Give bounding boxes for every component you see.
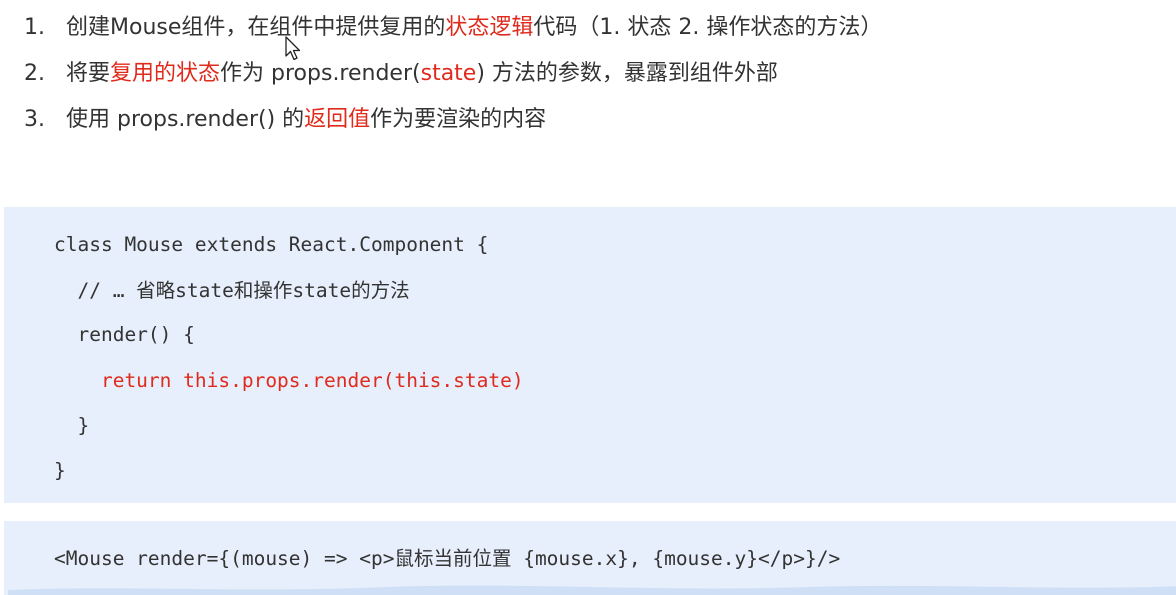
code-line: // … 省略state和操作state的方法: [54, 279, 410, 302]
code-line: render() {: [54, 323, 195, 346]
step-text: 使用 props.render() 的返回值作为要渲染的内容: [66, 107, 546, 132]
code-line: class Mouse extends React.Component {: [54, 233, 489, 256]
code-line: }: [54, 414, 90, 437]
step-item: 3. 使用 props.render() 的返回值作为要渲染的内容: [24, 104, 546, 136]
code-line-highlight: return this.props.render(this.state): [54, 369, 524, 392]
step-highlight: 复用的状态: [110, 61, 221, 86]
step-text-part: 作为 props.render(: [220, 61, 421, 86]
step-text: 将要复用的状态作为 props.render(state) 方法的参数，暴露到组…: [66, 61, 778, 86]
step-item: 1. 创建Mouse组件，在组件中提供复用的状态逻辑代码（1. 状态 2. 操作状…: [24, 12, 882, 44]
step-text-part: ) 方法的参数，暴露到组件外部: [476, 61, 778, 86]
step-number: 2.: [24, 61, 45, 86]
step-highlight: 返回值: [304, 107, 371, 132]
mouse-pointer-icon: [285, 36, 301, 61]
step-highlight: state: [420, 61, 477, 86]
step-text-part: 代码（1. 状态 2. 操作状态的方法）: [533, 15, 883, 40]
code-block-mouse-component: class Mouse extends React.Component { //…: [4, 207, 1176, 503]
step-text-part: 作为要渲染的内容: [370, 107, 547, 132]
step-text-part: 使用 props.render() 的: [66, 107, 305, 132]
step-text-part: 将要: [66, 61, 111, 86]
code-line: }: [54, 459, 66, 482]
step-text: 创建Mouse组件，在组件中提供复用的状态逻辑代码（1. 状态 2. 操作状态的…: [66, 15, 882, 40]
code-line: <Mouse render={(mouse) => <p>鼠标当前位置 {mou…: [54, 547, 841, 570]
code-block-usage: <Mouse render={(mouse) => <p>鼠标当前位置 {mou…: [4, 521, 1176, 595]
step-number: 3.: [24, 107, 45, 132]
step-text-part: 创建Mouse组件，在组件中提供复用的: [66, 15, 446, 40]
step-number: 1.: [24, 15, 45, 40]
step-item: 2. 将要复用的状态作为 props.render(state) 方法的参数，暴露…: [24, 58, 778, 90]
step-highlight: 状态逻辑: [445, 15, 534, 40]
decorative-wave: [8, 585, 1176, 595]
